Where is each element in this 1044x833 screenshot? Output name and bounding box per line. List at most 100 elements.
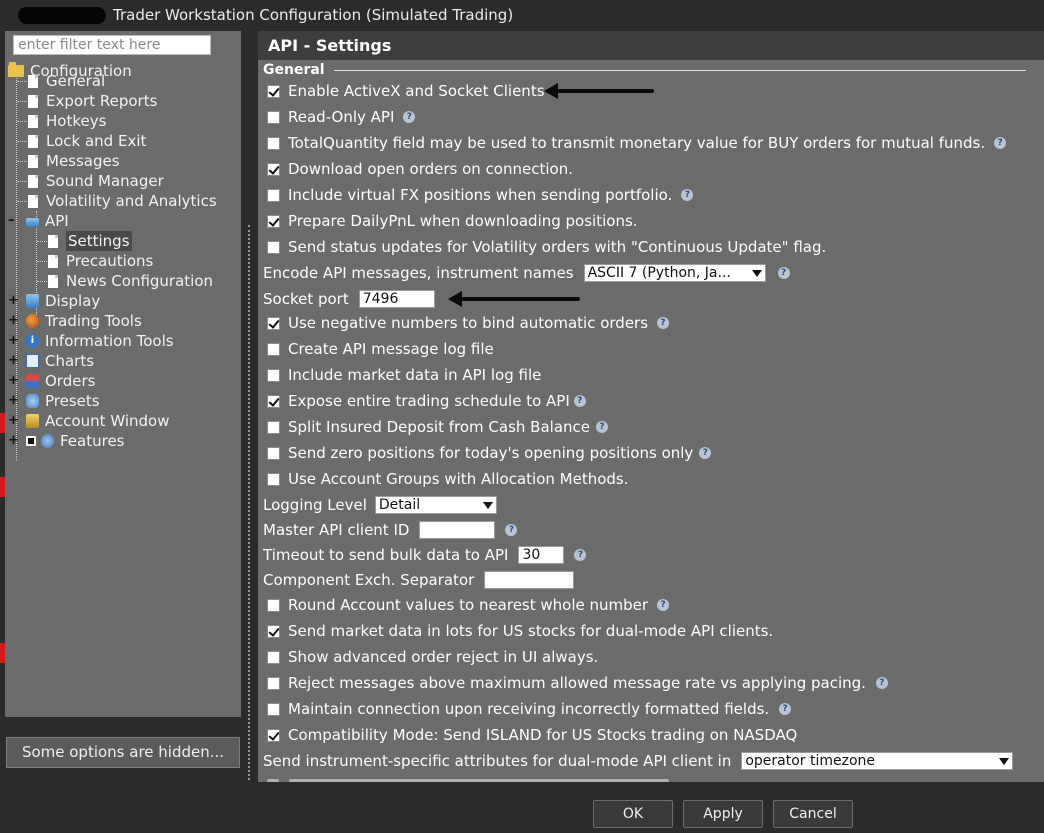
option-volatility-status-updates[interactable]: Send status updates for Volatility order… <box>267 236 826 258</box>
option-totalquantity-monetary[interactable]: TotalQuantity field may be used to trans… <box>267 132 1007 154</box>
checkbox[interactable] <box>267 136 280 150</box>
option-negative-numbers-bind[interactable]: Use negative numbers to bind automatic o… <box>267 312 670 334</box>
sidebar-item-trading-tools[interactable]: Trading Tools <box>26 311 142 331</box>
option-reject-messages-rate[interactable]: Reject messages above maximum allowed me… <box>267 672 888 694</box>
option-expose-trading-schedule[interactable]: Expose entire trading schedule to API ? <box>267 390 586 412</box>
sidebar-item-information-tools[interactable]: i Information Tools <box>26 331 174 351</box>
help-icon[interactable]: ? <box>777 267 790 279</box>
checkbox[interactable] <box>267 394 280 408</box>
some-options-hidden-button[interactable]: Some options are hidden... <box>6 737 240 768</box>
sidebar-item-messages[interactable]: Messages <box>26 151 120 171</box>
sidebar-item-sound-manager[interactable]: Sound Manager <box>26 171 164 191</box>
checkbox[interactable] <box>267 84 280 98</box>
sidebar-item-orders[interactable]: Orders <box>26 371 95 391</box>
checkbox[interactable] <box>267 110 280 124</box>
collapse-icon[interactable]: – <box>8 214 15 227</box>
option-split-insured-deposit[interactable]: Split Insured Deposit from Cash Balance … <box>267 416 608 438</box>
checkbox[interactable] <box>267 472 280 486</box>
help-icon[interactable]: ? <box>681 189 694 201</box>
checkbox[interactable] <box>267 702 280 716</box>
checkbox[interactable] <box>267 342 280 356</box>
master-client-input[interactable] <box>419 521 496 539</box>
option-include-virtual-fx[interactable]: Include virtual FX positions when sendin… <box>267 184 694 206</box>
sidebar-item-api[interactable]: API <box>26 211 69 231</box>
help-icon[interactable]: ? <box>573 395 586 407</box>
sidebar-item-lock-and-exit[interactable]: Lock and Exit <box>26 131 146 151</box>
expand-icon[interactable]: + <box>8 354 19 367</box>
expand-icon[interactable]: + <box>8 294 19 307</box>
help-icon[interactable]: ? <box>657 599 670 611</box>
help-icon[interactable]: ? <box>699 447 712 459</box>
sidebar-item-charts[interactable]: Charts <box>26 351 94 371</box>
document-icon <box>28 74 38 88</box>
sidebar-item-presets[interactable]: Presets <box>26 391 100 411</box>
option-send-zero-positions[interactable]: Send zero positions for today's opening … <box>267 442 712 464</box>
sidebar-item-general[interactable]: General <box>26 71 105 91</box>
checkbox[interactable] <box>267 598 280 612</box>
checkbox[interactable] <box>267 316 280 330</box>
checkbox[interactable] <box>267 240 280 254</box>
help-icon[interactable]: ? <box>779 703 792 715</box>
sidebar-item-news-configuration[interactable]: News Configuration <box>46 271 213 291</box>
expand-icon[interactable]: + <box>8 434 19 447</box>
help-icon[interactable]: ? <box>574 549 587 561</box>
component-sep-input[interactable] <box>484 571 575 589</box>
checkbox[interactable] <box>267 446 280 460</box>
sidebar-item-settings[interactable]: Settings <box>46 231 132 251</box>
expand-icon[interactable]: + <box>8 374 19 387</box>
option-maintain-connection[interactable]: Maintain connection upon receiving incor… <box>267 698 792 720</box>
checkbox[interactable] <box>267 420 280 434</box>
panel-splitter[interactable] <box>248 225 250 780</box>
instrument-attr-select[interactable]: operator timezone <box>741 752 1014 770</box>
sidebar-item-volatility-and-analytics[interactable]: Volatility and Analytics <box>26 191 217 211</box>
checkbox[interactable] <box>267 728 280 742</box>
help-icon[interactable]: ? <box>994 137 1007 149</box>
help-icon[interactable]: ? <box>505 524 518 536</box>
document-icon <box>28 154 38 168</box>
option-download-open-orders[interactable]: Download open orders on connection. <box>267 158 573 180</box>
filter-input[interactable] <box>13 35 211 55</box>
option-enable-activex-socket[interactable]: Enable ActiveX and Socket Clients <box>267 80 545 102</box>
checkbox[interactable] <box>267 162 280 176</box>
option-round-account-values[interactable]: Round Account values to nearest whole nu… <box>267 594 670 616</box>
option-market-data-lots[interactable]: Send market data in lots for US stocks f… <box>267 620 773 642</box>
checkbox[interactable] <box>267 368 280 382</box>
expand-icon[interactable]: + <box>8 394 19 407</box>
settings-header: API - Settings <box>258 31 1044 60</box>
help-icon[interactable]: ? <box>875 677 888 689</box>
help-icon[interactable]: ? <box>657 317 670 329</box>
sidebar-item-features[interactable]: Features <box>26 431 125 451</box>
option-prepare-dailypnl[interactable]: Prepare DailyPnL when downloading positi… <box>267 210 638 232</box>
checkbox[interactable] <box>267 214 280 228</box>
checkbox[interactable] <box>267 650 280 664</box>
ok-button[interactable]: OK <box>593 800 673 828</box>
help-icon[interactable]: ? <box>403 111 416 123</box>
encode-select[interactable]: ASCII 7 (Python, Ja... <box>583 264 766 282</box>
option-create-api-log[interactable]: Create API message log file <box>267 338 494 360</box>
option-include-market-data-log[interactable]: Include market data in API log file <box>267 364 541 386</box>
socket-port-input[interactable]: 7496 <box>358 290 435 308</box>
option-read-only-api[interactable]: Read-Only API ? <box>267 106 416 128</box>
expand-icon[interactable]: + <box>8 414 19 427</box>
sidebar-item-export-reports[interactable]: Export Reports <box>26 91 157 111</box>
checkbox[interactable] <box>267 676 280 690</box>
help-icon[interactable]: ? <box>596 421 608 433</box>
cancel-button[interactable]: Cancel <box>773 800 853 828</box>
logging-level-select[interactable]: Detail <box>374 496 497 514</box>
checkbox[interactable] <box>267 188 280 202</box>
sidebar-item-display[interactable]: Display <box>26 291 100 311</box>
sidebar-item-account-window[interactable]: Account Window <box>26 411 169 431</box>
expand-icon[interactable]: + <box>8 334 19 347</box>
apply-button[interactable]: Apply <box>683 800 763 828</box>
sidebar-item-hotkeys[interactable]: Hotkeys <box>26 111 106 131</box>
checkbox[interactable] <box>267 624 280 638</box>
timeout-input[interactable]: 30 <box>518 546 565 564</box>
option-advanced-order-reject[interactable]: Show advanced order reject in UI always. <box>267 646 598 668</box>
option-label: Use negative numbers to bind automatic o… <box>288 314 649 332</box>
expand-icon[interactable]: + <box>8 314 19 327</box>
option-account-groups-allocation[interactable]: Use Account Groups with Allocation Metho… <box>267 468 629 490</box>
info-icon: i <box>26 334 39 348</box>
option-compatibility-island[interactable]: Compatibility Mode: Send ISLAND for US S… <box>267 724 797 746</box>
sidebar-item-precautions[interactable]: Precautions <box>46 251 153 271</box>
dropdown-arrow-icon <box>751 270 762 277</box>
